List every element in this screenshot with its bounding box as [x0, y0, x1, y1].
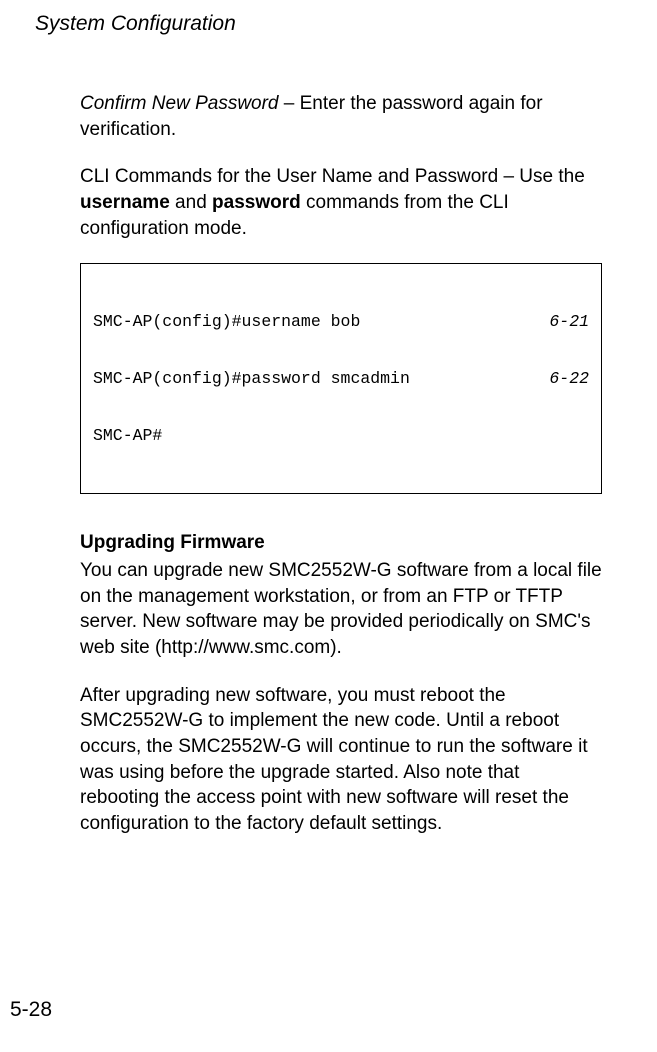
- separator: –: [279, 93, 300, 114]
- code-text-2: SMC-AP(config)#password smcadmin: [93, 369, 410, 388]
- upgrading-firmware-p1: You can upgrade new SMC2552W-G software …: [80, 558, 602, 661]
- confirm-password-paragraph: Confirm New Password – Enter the passwor…: [80, 91, 602, 142]
- cli-intro: CLI Commands for the User Name and Passw…: [80, 166, 585, 187]
- code-line-2: SMC-AP(config)#password smcadmin 6-22: [93, 369, 589, 388]
- cli-cmd-password: password: [212, 192, 301, 213]
- cli-mid: and: [170, 192, 212, 213]
- page-header: System Configuration: [35, 12, 622, 36]
- code-text-1: SMC-AP(config)#username bob: [93, 312, 360, 331]
- upgrading-firmware-heading: Upgrading Firmware: [80, 532, 602, 554]
- upgrading-firmware-p2: After upgrading new software, you must r…: [80, 683, 602, 837]
- cli-cmd-username: username: [80, 192, 170, 213]
- cli-commands-paragraph: CLI Commands for the User Name and Passw…: [80, 164, 602, 241]
- confirm-password-label: Confirm New Password: [80, 93, 279, 114]
- cli-code-box: SMC-AP(config)#username bob 6-21 SMC-AP(…: [80, 263, 602, 494]
- code-ref-1: 6-21: [549, 312, 589, 331]
- code-line-3: SMC-AP#: [93, 426, 589, 445]
- page-number: 5-28: [10, 998, 52, 1022]
- code-line-1: SMC-AP(config)#username bob 6-21: [93, 312, 589, 331]
- code-text-3: SMC-AP#: [93, 426, 162, 445]
- code-ref-2: 6-22: [549, 369, 589, 388]
- page-content: Confirm New Password – Enter the passwor…: [35, 91, 622, 837]
